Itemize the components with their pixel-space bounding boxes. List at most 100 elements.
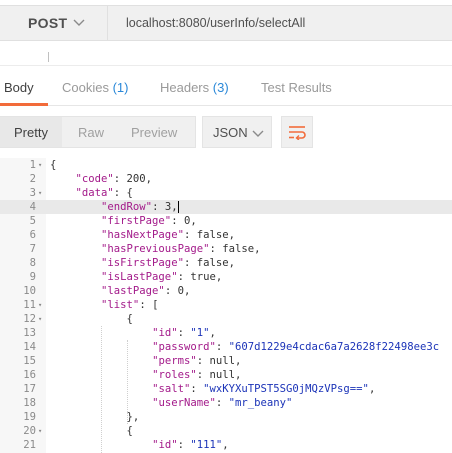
wrap-lines-icon	[289, 126, 306, 140]
line-number: 1	[29, 159, 36, 171]
view-mode-group: Pretty Raw Preview	[0, 116, 196, 148]
view-raw-button[interactable]: Raw	[78, 125, 104, 140]
tab-body-label: Body	[4, 80, 34, 95]
code-line: 17 "salt": "wxKYXuTPST5SG0jMQzVPsg==",	[0, 382, 452, 396]
line-number: 15	[23, 355, 36, 367]
line-number: 5	[29, 215, 36, 227]
chevron-down-icon	[73, 19, 85, 26]
line-number: 13	[23, 327, 36, 339]
scroll-marker	[48, 52, 49, 62]
request-bar: POST localhost:8080/userInfo/selectAll	[0, 0, 452, 48]
code-text: "hasPreviousPage": false,	[101, 243, 261, 255]
line-number: 7	[29, 243, 36, 255]
code-line: 19 },	[0, 410, 452, 424]
response-tabs: Body Cookies (1) Headers (3) Test Result…	[0, 70, 452, 106]
code-line: 2 "code": 200,	[0, 172, 452, 186]
code-line: 10 "lastPage": 0,	[0, 284, 452, 298]
tab-cookies[interactable]: Cookies (1)	[62, 80, 128, 95]
code-line: 6 "hasNextPage": false,	[0, 228, 452, 242]
code-text: "endRow": 3,	[101, 201, 179, 213]
code-line: 13 "id": "1",	[0, 326, 452, 340]
code-text: "id": "1",	[152, 327, 216, 339]
line-number: 4	[29, 201, 36, 213]
url-input[interactable]: localhost:8080/userInfo/selectAll	[108, 5, 452, 41]
tab-test-results[interactable]: Test Results	[261, 80, 332, 95]
line-number: 10	[23, 285, 36, 297]
line-number: 12	[23, 313, 36, 325]
code-line: 7 "hasPreviousPage": false,	[0, 242, 452, 256]
active-tab-indicator	[0, 103, 48, 106]
code-text: "data": {	[75, 187, 133, 199]
view-pretty-button[interactable]: Pretty	[14, 125, 48, 140]
code-line: 4 "endRow": 3,	[0, 200, 452, 214]
url-text: localhost:8080/userInfo/selectAll	[126, 16, 306, 30]
code-line: 1 ▾ {	[0, 158, 452, 172]
code-text: "list": [	[101, 299, 159, 311]
code-text: },	[50, 411, 140, 423]
code-text: "lastPage": 0,	[101, 285, 191, 297]
code-line: 14 "password": "607d1229e4cdac6a7a2628f2…	[0, 340, 452, 354]
code-text: "id": "111",	[152, 439, 229, 451]
chevron-down-icon	[252, 130, 264, 137]
code-line: 16 "roles": null,	[0, 368, 452, 382]
code-line: 15 "perms": null,	[0, 354, 452, 368]
code-text: {	[50, 425, 133, 437]
code-text: "isFirstPage": false,	[101, 257, 235, 269]
fold-toggle-icon[interactable]: ▾	[38, 424, 42, 438]
line-number: 17	[23, 383, 36, 395]
horizontal-scrollbar[interactable]	[0, 48, 452, 66]
fold-toggle-icon[interactable]: ▾	[38, 158, 42, 172]
code-text: "hasNextPage": false,	[101, 229, 235, 241]
format-select[interactable]: JSON	[202, 116, 272, 148]
code-line: 20 ▾ {	[0, 424, 452, 438]
code-line: 12 ▾ {	[0, 312, 452, 326]
line-number: 11	[23, 299, 36, 311]
code-text: "salt": "wxKYXuTPST5SG0jMQzVPsg==",	[152, 383, 376, 395]
line-number: 14	[23, 341, 36, 353]
code-text: {	[50, 159, 57, 171]
code-line: 9 "isLastPage": true,	[0, 270, 452, 284]
tab-test-results-label: Test Results	[261, 80, 332, 95]
line-number: 2	[29, 173, 36, 185]
view-preview-button[interactable]: Preview	[131, 125, 177, 140]
line-number: 9	[29, 271, 36, 283]
code-text: "userName": "mr_beany"	[152, 397, 293, 409]
method-label: POST	[28, 15, 68, 31]
code-line: 5 "firstPage": 0,	[0, 214, 452, 228]
format-label: JSON	[213, 124, 248, 140]
code-line: 18 "userName": "mr_beany"	[0, 396, 452, 410]
method-select[interactable]: POST	[0, 5, 108, 41]
tab-cookies-count: (1)	[112, 80, 129, 95]
line-number: 8	[29, 257, 36, 269]
line-number: 6	[29, 229, 36, 241]
response-body-editor[interactable]: 1 ▾{2 "code": 200, 3 ▾ "data": {4 "endRow":…	[0, 158, 452, 453]
line-number: 20	[23, 425, 36, 437]
wrap-lines-button[interactable]	[281, 116, 313, 148]
code-line: 3 ▾ "data": {	[0, 186, 452, 200]
line-number: 16	[23, 369, 36, 381]
fold-toggle-icon[interactable]: ▾	[38, 312, 42, 326]
fold-toggle-icon[interactable]: ▾	[38, 186, 42, 200]
code-line: 8 "isFirstPage": false,	[0, 256, 452, 270]
line-number: 21	[23, 439, 36, 451]
code-line: 11 ▾ "list": [	[0, 298, 452, 312]
code-text: "roles": null,	[152, 369, 242, 381]
code-text: "isLastPage": true,	[101, 271, 223, 283]
tab-headers[interactable]: Headers (3)	[160, 80, 229, 95]
tab-body[interactable]: Body	[4, 80, 34, 95]
response-toolbar: Pretty Raw Preview JSON	[0, 112, 452, 154]
tab-headers-label: Headers	[160, 80, 210, 95]
code-text: "code": 200,	[75, 173, 153, 185]
code-text: "password": "607d1229e4cdac6a7a2628f2249…	[152, 341, 440, 353]
code-text: "firstPage": 0,	[101, 215, 197, 227]
code-text: "perms": null,	[152, 355, 242, 367]
line-number: 3	[29, 187, 36, 199]
line-number: 19	[23, 411, 36, 423]
fold-toggle-icon[interactable]: ▾	[38, 298, 42, 312]
line-number: 18	[23, 397, 36, 409]
text-caret	[177, 201, 179, 213]
code-line: 21 "id": "111",	[0, 438, 452, 452]
tab-headers-count: (3)	[212, 80, 229, 95]
tab-cookies-label: Cookies	[62, 80, 109, 95]
code-text: {	[50, 313, 133, 325]
